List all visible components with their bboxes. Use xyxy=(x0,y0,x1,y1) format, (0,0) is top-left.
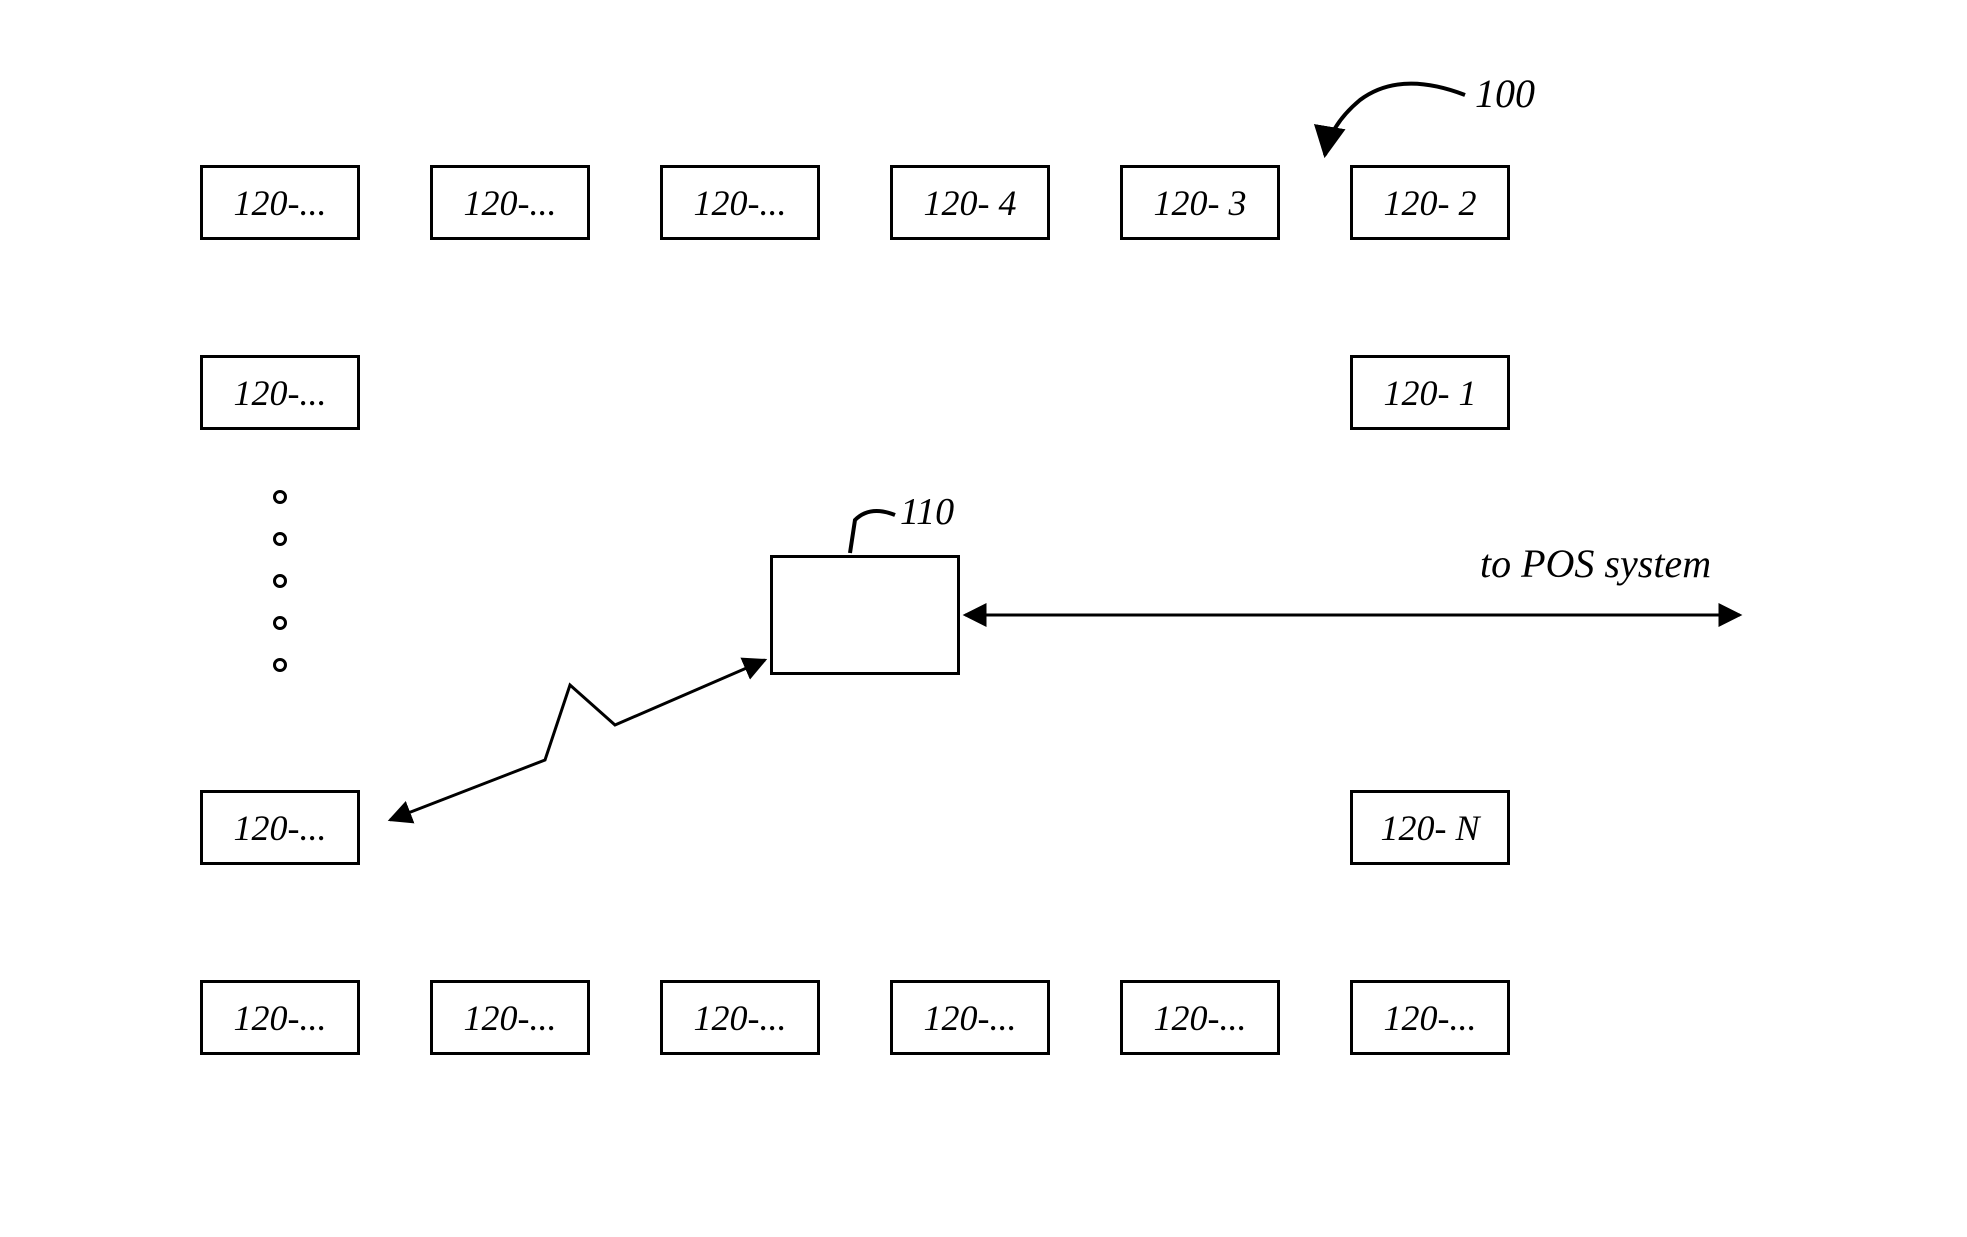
node-left-upper: 120-... xyxy=(200,355,360,430)
diagram-canvas: 100 120-... 120-... 120-... 120- 4 120- … xyxy=(0,0,1967,1237)
system-reference-label: 100 xyxy=(1475,70,1535,117)
node-bottom-3: 120-... xyxy=(660,980,820,1055)
node-top-2: 120-... xyxy=(430,165,590,240)
wireless-link xyxy=(390,660,765,820)
node-bottom-4: 120-... xyxy=(890,980,1050,1055)
continuation-dots xyxy=(273,490,287,672)
external-system-label: to POS system xyxy=(1480,540,1711,587)
node-bottom-2: 120-... xyxy=(430,980,590,1055)
system-ref-arrow xyxy=(1325,84,1465,155)
dot-icon xyxy=(273,532,287,546)
node-top-6: 120- 2 xyxy=(1350,165,1510,240)
dot-icon xyxy=(273,490,287,504)
dot-icon xyxy=(273,616,287,630)
dot-icon xyxy=(273,574,287,588)
dot-icon xyxy=(273,658,287,672)
central-reference-label: 110 xyxy=(900,490,954,534)
node-right-upper: 120- 1 xyxy=(1350,355,1510,430)
node-bottom-6: 120-... xyxy=(1350,980,1510,1055)
node-top-4: 120- 4 xyxy=(890,165,1050,240)
central-ref-hook xyxy=(850,511,895,553)
node-bottom-1: 120-... xyxy=(200,980,360,1055)
node-top-5: 120- 3 xyxy=(1120,165,1280,240)
node-top-3: 120-... xyxy=(660,165,820,240)
node-right-lower: 120- N xyxy=(1350,790,1510,865)
node-left-lower: 120-... xyxy=(200,790,360,865)
node-bottom-5: 120-... xyxy=(1120,980,1280,1055)
central-node xyxy=(770,555,960,675)
node-top-1: 120-... xyxy=(200,165,360,240)
